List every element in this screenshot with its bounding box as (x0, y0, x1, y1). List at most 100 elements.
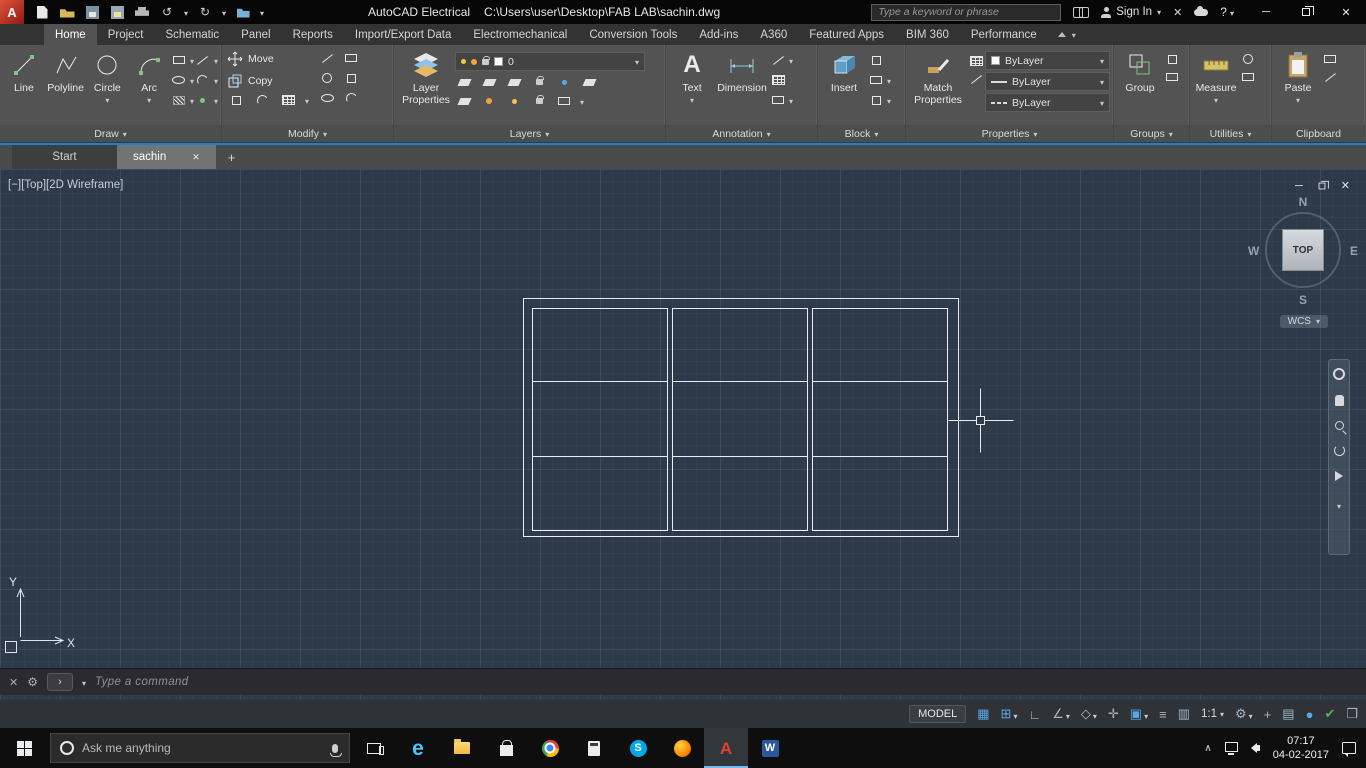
a360-cloud-icon[interactable] (1194, 5, 1209, 16)
new-tab-button[interactable]: + (216, 145, 248, 169)
help-button[interactable]: ? (1220, 5, 1234, 19)
command-line[interactable]: ✕ ⚙ › Type a command (0, 668, 1366, 695)
viewcube-west-label[interactable]: W (1248, 244, 1259, 258)
model-space-button[interactable]: MODEL (909, 705, 967, 723)
layer-unlock-icon[interactable] (530, 94, 548, 108)
offset-tool-icon[interactable] (342, 91, 360, 105)
autocad-taskbar-button[interactable]: A (704, 728, 748, 768)
erase-tool-icon[interactable] (342, 51, 360, 65)
lineweight-dropdown[interactable]: ByLayer (985, 72, 1110, 91)
rectangle-tool-icon[interactable] (170, 53, 188, 67)
recent-commands-icon[interactable]: › (46, 673, 73, 691)
panel-label-block[interactable]: Block (818, 125, 905, 142)
start-button[interactable] (0, 728, 48, 768)
construction-line-dropdown-icon[interactable] (214, 51, 218, 69)
edge-taskbar-button[interactable]: e (396, 728, 440, 768)
eyedropper-icon[interactable] (967, 72, 985, 86)
layer-properties-button[interactable]: Layer Properties (397, 48, 455, 125)
text-dropdown-icon[interactable] (690, 94, 694, 106)
edit-attribute-dropdown-icon[interactable] (887, 91, 891, 109)
layer-on-all-icon[interactable] (505, 94, 523, 108)
snap-mode-icon[interactable]: ⊞ (1001, 706, 1018, 722)
file-tab-sachin[interactable]: sachin ✕ (117, 145, 216, 169)
scale-tool-icon[interactable] (342, 71, 360, 85)
insert-button[interactable]: Insert (821, 48, 867, 125)
layer-freeze-icon[interactable] (505, 75, 523, 89)
drawing-close-icon[interactable]: ✕ (1341, 179, 1350, 192)
customization-icon[interactable]: + (1264, 707, 1272, 722)
file-tab-start[interactable]: Start (12, 145, 117, 169)
workspace-switching-icon[interactable]: ⚙ (1235, 706, 1253, 722)
point-dropdown-icon[interactable] (214, 91, 218, 109)
quick-calc-icon[interactable] (1239, 70, 1257, 84)
viewport-controls[interactable]: [−][Top][2D Wireframe] (8, 179, 123, 191)
table-tool-icon[interactable] (769, 73, 787, 87)
ribbon-tab-reports[interactable]: Reports (282, 24, 344, 45)
undo-dropdown-icon[interactable] (184, 3, 188, 21)
app-menu-icon[interactable]: A (0, 0, 24, 24)
text-button[interactable]: A Text (669, 48, 715, 125)
minimize-button[interactable]: ─ (1246, 0, 1286, 24)
edit-attribute-icon[interactable] (867, 93, 885, 107)
quick-select-icon[interactable] (1239, 52, 1257, 66)
drawing-canvas[interactable]: Y X [−][Top][2D Wireframe] ─ ✕ N W E S T… (0, 169, 1366, 700)
command-close-icon[interactable]: ✕ (9, 676, 18, 689)
steering-wheel-icon[interactable] (1333, 368, 1345, 380)
ribbon-tab-panel[interactable]: Panel (230, 24, 281, 45)
volume-icon[interactable] (1250, 743, 1260, 753)
panel-label-layers[interactable]: Layers (394, 125, 665, 142)
ribbon-tab-a360[interactable]: A360 (749, 24, 798, 45)
panel-label-groups[interactable]: Groups (1114, 125, 1189, 142)
command-input-placeholder[interactable]: Type a command (95, 676, 189, 688)
measure-dropdown-icon[interactable] (1214, 94, 1218, 106)
layer-lock-tool-icon[interactable] (530, 75, 548, 89)
edit-block-dropdown-icon[interactable] (887, 71, 891, 89)
edit-block-icon[interactable] (867, 73, 885, 87)
taskbar-clock[interactable]: 07:17 04-02-2017 (1273, 734, 1329, 763)
properties-list-icon[interactable] (967, 54, 985, 68)
ribbon-tab-conversion-tools[interactable]: Conversion Tools (578, 24, 688, 45)
layer-off-icon[interactable] (455, 75, 473, 89)
cortana-search-input[interactable]: Ask me anything (50, 733, 350, 763)
make-current-icon[interactable] (555, 75, 573, 89)
panel-label-utilities[interactable]: Utilities (1190, 125, 1271, 142)
graphics-status-icon[interactable]: ✔ (1324, 706, 1335, 722)
layer-thaw-all-icon[interactable] (480, 94, 498, 108)
spline-tool-icon[interactable] (194, 73, 212, 87)
construction-line-icon[interactable] (194, 53, 212, 67)
ribbon-minimize-button[interactable] (1057, 24, 1076, 45)
wcs-menu[interactable]: WCS (1279, 315, 1328, 328)
drawing-restore-icon[interactable] (1318, 180, 1329, 189)
array-dropdown-icon[interactable] (305, 91, 309, 109)
measure-button[interactable]: Measure (1193, 48, 1239, 125)
panel-label-clipboard[interactable]: Clipboard (1272, 125, 1365, 142)
showmotion-icon[interactable] (1335, 471, 1343, 481)
skype-taskbar-button[interactable]: S (616, 728, 660, 768)
ellipse-tool-icon[interactable] (170, 73, 188, 87)
fillet-tool-icon[interactable] (253, 93, 271, 107)
object-color-dropdown[interactable]: ByLayer (985, 51, 1110, 70)
viewcube[interactable]: N W E S TOP (1248, 195, 1358, 307)
spline-dropdown-icon[interactable] (214, 71, 218, 89)
match-properties-button[interactable]: Match Properties (909, 48, 967, 125)
ribbon-tab-import-export[interactable]: Import/Export Data (344, 24, 463, 45)
isometric-drafting-icon[interactable]: ◇ (1081, 706, 1097, 722)
tab-close-icon[interactable]: ✕ (192, 152, 200, 163)
rotate-tool-icon[interactable] (318, 71, 336, 85)
polar-tracking-icon[interactable]: ∠ (1052, 706, 1070, 722)
orbit-icon[interactable] (1333, 445, 1345, 456)
undo-icon[interactable]: ↺ (159, 4, 175, 20)
graphics-performance-icon[interactable]: ● (1306, 707, 1314, 722)
plot-icon[interactable] (134, 4, 150, 20)
ribbon-tab-electromechanical[interactable]: Electromechanical (462, 24, 578, 45)
ribbon-tab-schematic[interactable]: Schematic (154, 24, 230, 45)
hardware-acceleration-icon[interactable]: ▤ (1282, 706, 1294, 722)
word-taskbar-button[interactable]: W (748, 728, 792, 768)
open-file-icon[interactable] (59, 4, 75, 20)
object-snap-icon[interactable]: ▣ (1130, 706, 1148, 722)
store-taskbar-button[interactable] (484, 728, 528, 768)
task-view-button[interactable] (352, 728, 396, 768)
panel-label-properties[interactable]: Properties (906, 125, 1113, 142)
ortho-mode-icon[interactable]: ∟ (1028, 707, 1041, 722)
navbar-dropdown-icon[interactable] (1337, 496, 1341, 514)
